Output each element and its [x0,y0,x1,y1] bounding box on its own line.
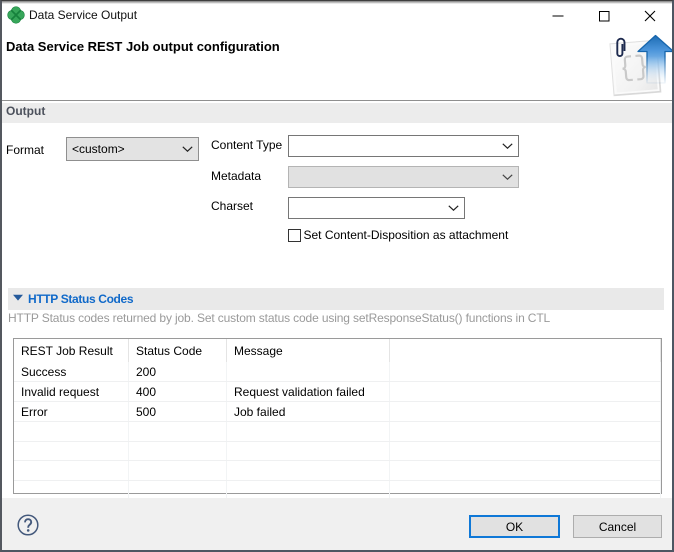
format-dropdown[interactable]: <custom> [66,137,199,161]
chevron-down-icon [496,143,518,149]
table-cell [390,461,661,480]
table-cell [390,362,661,381]
maximize-icon [599,11,610,22]
table-cell [227,442,390,461]
table-cell [129,422,227,441]
table-empty-row[interactable] [14,422,661,442]
content-type-dropdown[interactable] [288,135,519,157]
clover-app-icon [7,6,25,24]
table-cell [14,422,129,441]
table-row[interactable]: Success200 [14,362,661,382]
data-service-output-icon [602,31,674,105]
table-cell [390,422,661,441]
table-cell: Request validation failed [227,382,390,401]
http-status-codes-bar[interactable]: HTTP Status Codes [8,288,664,310]
table-cell [227,481,390,500]
charset-dropdown[interactable] [288,197,465,219]
table-cell [227,362,390,381]
table-cell: 200 [129,362,227,381]
close-icon [644,10,656,22]
column-header: REST Job Result [14,339,129,362]
table-cell: 500 [129,402,227,421]
table-cell [390,402,661,421]
header-separator [2,100,672,101]
title-bar: Data Service Output [2,1,672,31]
close-button[interactable] [627,1,673,31]
table-cell: 400 [129,382,227,401]
table-row[interactable]: Invalid request400Request validation fai… [14,382,661,402]
content-disposition-row: Set Content-Disposition as attachment [288,228,508,242]
table-cell [227,422,390,441]
table-cell [129,442,227,461]
cancel-button[interactable]: Cancel [573,515,662,538]
table-cell: Invalid request [14,382,129,401]
output-section-title: Output [6,104,45,118]
column-header: Message [227,339,390,362]
table-cell [390,481,661,500]
column-header: Status Code [129,339,227,362]
chevron-down-icon [496,174,518,180]
dialog-window: Data Service Output Data Service REST Jo… [0,0,674,552]
collapse-triangle-icon [13,294,23,301]
ok-button[interactable]: OK [469,515,560,538]
content-type-label: Content Type [211,138,282,152]
table-cell [129,481,227,500]
dialog-heading: Data Service REST Job output configurati… [6,39,280,54]
table-cell: Error [14,402,129,421]
table-cell [227,461,390,480]
window-title: Data Service Output [29,8,137,22]
table-empty-row[interactable] [14,442,661,462]
maximize-button[interactable] [581,1,627,31]
table-cell [14,481,129,500]
table-cell [14,442,129,461]
table-cell: Success [14,362,129,381]
chevron-down-icon [176,146,198,152]
table-cell [390,442,661,461]
content-disposition-label: Set Content-Disposition as attachment [304,228,509,242]
table-cell [14,461,129,480]
minimize-button[interactable] [535,1,581,31]
column-header [390,339,661,362]
format-label: Format [6,143,44,157]
http-status-codes-description: HTTP Status codes returned by job. Set c… [8,311,550,325]
table-header-row: REST Job ResultStatus CodeMessage [14,339,661,362]
table-cell [129,461,227,480]
minimize-icon [552,10,564,22]
http-status-codes-title: HTTP Status Codes [28,292,133,306]
dialog-header: Data Service REST Job output configurati… [2,31,672,99]
footer-bar: OK Cancel [2,498,672,550]
table-row[interactable]: Error500Job failed [14,402,661,422]
chevron-down-icon [442,205,464,211]
content-disposition-checkbox[interactable] [288,229,301,242]
table-empty-row[interactable] [14,461,661,481]
charset-label: Charset [211,199,253,213]
metadata-label: Metadata [211,169,261,183]
format-value: <custom> [67,142,176,156]
status-codes-table[interactable]: REST Job ResultStatus CodeMessageSuccess… [13,338,662,494]
table-cell [390,382,661,401]
help-button[interactable] [17,514,39,536]
table-cell: Job failed [227,402,390,421]
output-section-bar: Output [2,103,672,123]
metadata-dropdown [288,166,519,188]
